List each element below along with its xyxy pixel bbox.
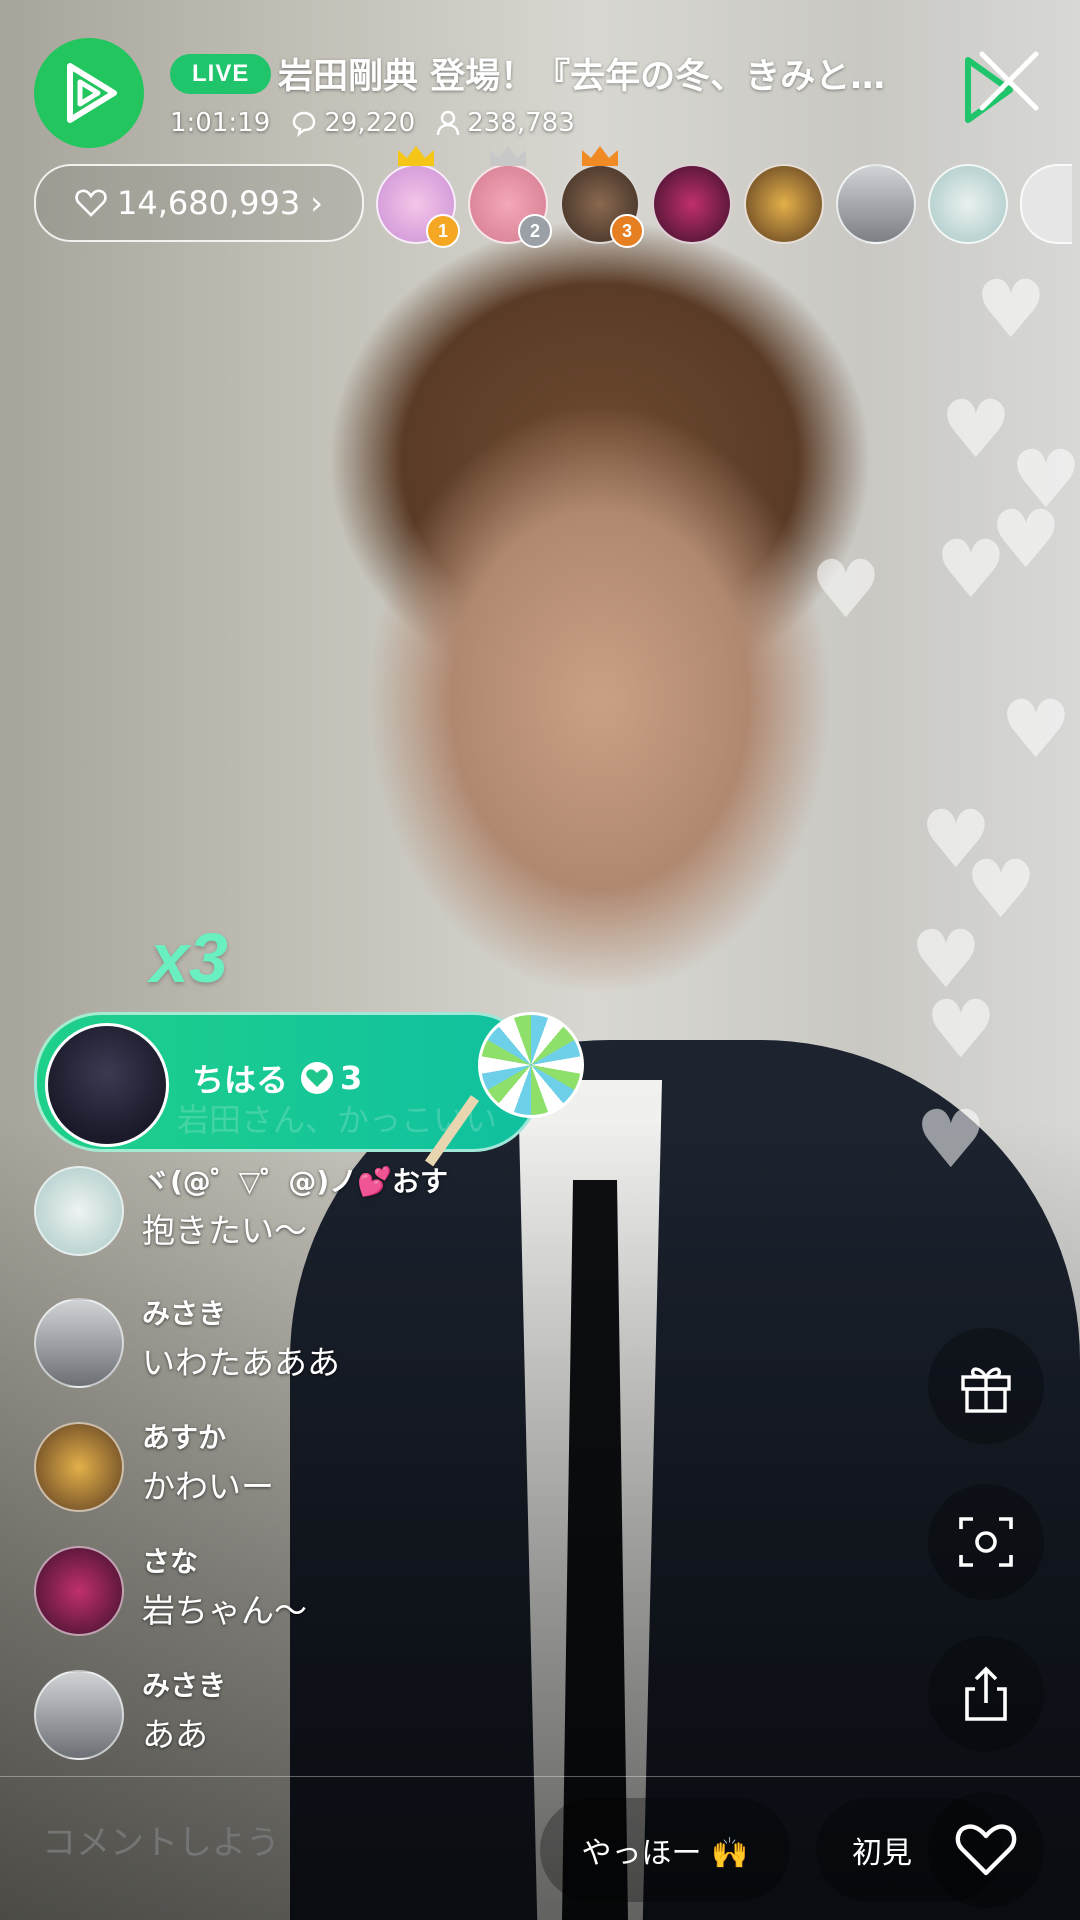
like-count-button[interactable]: 14,680,993 › [34,164,364,242]
comment-item: みさき ああ [34,1664,674,1764]
like-button[interactable] [928,1792,1044,1908]
comment-item: みさき いわたあああ [34,1292,674,1392]
commenter-avatar[interactable] [34,1670,124,1760]
viewer-avatar[interactable] [652,164,732,244]
commenter-avatar[interactable] [34,1166,124,1256]
heart-outline-icon [75,189,107,217]
close-icon [965,51,1039,123]
screenshot-button[interactable] [928,1484,1044,1600]
commenter-name: さな [142,1545,199,1578]
top-viewer-avatar-3[interactable]: 3 [560,146,644,248]
rank-badge: 1 [426,214,460,248]
comment-text: 岩ちゃん〜 [142,1591,307,1630]
viewer-icon [437,110,460,136]
stream-stats: 1:01:19 29,220 238,783 [170,108,575,138]
heart-icon [955,1824,1017,1876]
viewer-avatar[interactable] [836,164,916,244]
commenter-name: みさき [142,1669,227,1702]
camera-frame-icon [959,1517,1013,1567]
stream-title[interactable]: 岩田剛典 登場！『去年の冬、きみと… [278,48,938,99]
gift-banner: ちはる 3 岩田さん、かっこいい [34,1012,540,1152]
line-live-logo[interactable] [34,38,144,148]
elapsed-time: 1:01:19 [170,108,271,138]
viewer-avatar[interactable] [744,164,824,244]
commenter-avatar[interactable] [34,1422,124,1512]
lollipop-gift-icon [478,1012,584,1118]
viewer-count: 238,783 [467,108,575,138]
heart-badge-icon [301,1062,334,1094]
share-icon [965,1666,1007,1721]
commenter-name: ヾ(@゜▽゜@)ノ💕おす [142,1165,448,1198]
gift-button[interactable] [928,1328,1044,1444]
close-button[interactable] [960,40,1060,140]
commenter-avatar[interactable] [34,1298,124,1388]
comment-icon [293,111,316,137]
commenter-name: あすか [142,1421,227,1454]
rank-badge: 3 [610,214,644,248]
comment-item: ヾ(@゜▽゜@)ノ💕おす 抱きたい〜 [34,1160,674,1260]
gift-heart-count: 3 [340,1059,363,1097]
gift-icon [961,1367,1011,1413]
comment-item: さな 岩ちゃん〜 [34,1540,674,1640]
comment-text: 抱きたい〜 [142,1211,307,1250]
comment-input[interactable] [40,1822,504,1864]
comment-item: あすか かわいー [34,1416,674,1516]
commenter-avatar[interactable] [34,1546,124,1636]
share-button[interactable] [928,1636,1044,1752]
quick-reply-label: 初見 [852,1836,912,1871]
gift-sender-avatar[interactable] [45,1023,169,1147]
live-badge: LIVE [170,54,272,94]
comment-text: ああ [142,1715,208,1754]
like-count: 14,680,993 [116,184,301,222]
rank-badge: 2 [518,214,552,248]
chevron-right-icon: › [310,184,323,222]
top-viewer-avatar-2[interactable]: 2 [468,146,552,248]
commenter-name: みさき [142,1297,227,1330]
comment-text: いわたあああ [142,1343,340,1382]
quick-reply-button[interactable]: やっほー 🙌 [540,1798,790,1902]
quick-reply-label: やっほー 🙌 [581,1836,749,1871]
viewer-avatar[interactable] [928,164,1008,244]
play-icon [67,63,117,123]
top-viewer-avatar-1[interactable]: 1 [376,146,460,248]
comment-text: かわいー [142,1467,274,1506]
gift-combo-count: x3 [150,919,228,997]
bottom-divider [0,1776,1080,1777]
comment-count: 29,220 [324,108,416,138]
